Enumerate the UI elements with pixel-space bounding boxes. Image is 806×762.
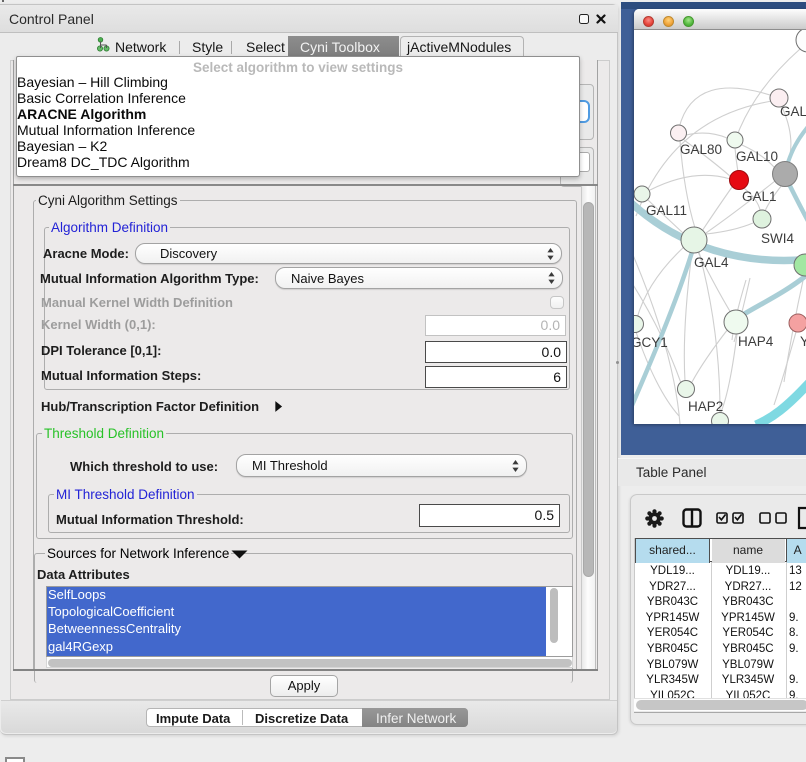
svg-text:GCY1: GCY1 xyxy=(634,335,668,350)
svg-text:GAL4: GAL4 xyxy=(694,255,729,270)
svg-text:Y: Y xyxy=(800,334,806,349)
svg-text:HAP2: HAP2 xyxy=(688,399,723,414)
svg-text:GAL10: GAL10 xyxy=(736,149,778,164)
svg-text:HAP4: HAP4 xyxy=(738,334,774,349)
svg-text:GAL80: GAL80 xyxy=(680,142,722,157)
svg-text:GAL11: GAL11 xyxy=(646,203,687,218)
svg-text:SWI4: SWI4 xyxy=(761,231,794,246)
svg-text:GAL1: GAL1 xyxy=(742,189,777,204)
svg-text:GAL7: GAL7 xyxy=(780,104,806,119)
